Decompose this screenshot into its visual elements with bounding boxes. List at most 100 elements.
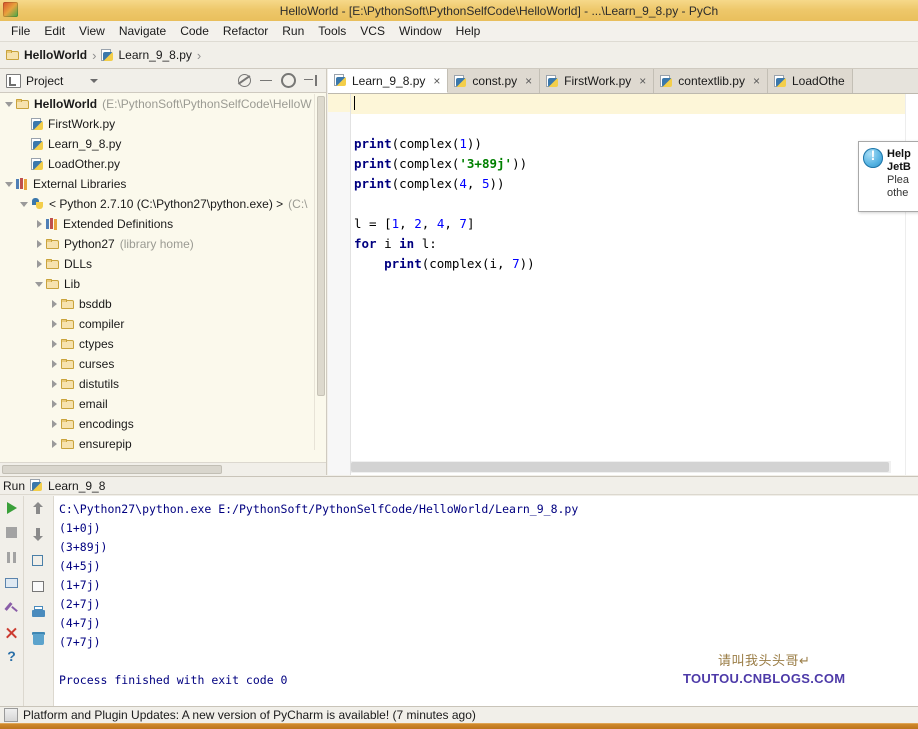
tree-node-label: DLLs	[64, 257, 92, 271]
tree-node[interactable]: Lib	[0, 274, 326, 294]
scroll-down-icon[interactable]	[31, 527, 47, 543]
close-tab-icon[interactable]: ×	[753, 75, 760, 87]
editor-tab[interactable]: FirstWork.py×	[540, 69, 654, 93]
twisty-expanded-icon[interactable]	[17, 197, 31, 211]
scroll-from-source-icon[interactable]	[238, 74, 251, 87]
stop-icon[interactable]	[4, 525, 20, 541]
menu-item-code[interactable]: Code	[173, 22, 216, 40]
twisty-collapsed-icon[interactable]	[47, 397, 61, 411]
close-tab-icon[interactable]: ×	[525, 75, 532, 87]
menu-item-run[interactable]: Run	[275, 22, 311, 40]
menu-item-file[interactable]: File	[4, 22, 37, 40]
project-tree-hscrollbar[interactable]	[0, 462, 327, 475]
twisty-collapsed-icon[interactable]	[32, 257, 46, 271]
scrollbar-thumb[interactable]	[2, 465, 222, 474]
tree-node[interactable]: HelloWorld(E:\PythonSoft\PythonSelfCode\…	[0, 94, 326, 114]
scrollbar-thumb[interactable]	[351, 462, 889, 472]
event-log-icon[interactable]	[4, 708, 18, 722]
twisty-expanded-icon[interactable]	[32, 277, 46, 291]
twisty-expanded-icon[interactable]	[2, 177, 16, 191]
tree-node[interactable]: FirstWork.py	[0, 114, 326, 134]
code-editor[interactable]: print(complex(1))print(complex('3+89j'))…	[328, 94, 918, 475]
close-tab-icon[interactable]: ×	[639, 75, 646, 87]
console-output[interactable]: C:\Python27\python.exe E:/PythonSoft/Pyt…	[54, 496, 918, 706]
tree-node[interactable]: bsddb	[0, 294, 326, 314]
code-token-kw: print	[384, 256, 422, 271]
menu-item-help[interactable]: Help	[449, 22, 488, 40]
pause-icon[interactable]	[4, 550, 20, 566]
console-icon[interactable]	[4, 575, 20, 591]
tree-node[interactable]: email	[0, 394, 326, 414]
tree-node[interactable]: ctypes	[0, 334, 326, 354]
tree-node-label: Python27	[64, 237, 115, 251]
print-icon[interactable]	[31, 605, 47, 621]
tree-node[interactable]: DLLs	[0, 254, 326, 274]
tree-node-label: < Python 2.7.10 (C:\Python27\python.exe)…	[49, 197, 283, 211]
twisty-collapsed-icon[interactable]	[32, 237, 46, 251]
editor-tab[interactable]: LoadOthe	[768, 69, 853, 93]
twisty-collapsed-icon[interactable]	[47, 337, 61, 351]
tree-node[interactable]: LoadOther.py	[0, 154, 326, 174]
close-tab-icon[interactable]: ×	[433, 75, 440, 87]
scrollbar-thumb[interactable]	[317, 96, 325, 396]
breadcrumb-label: Learn_9_8.py	[118, 48, 191, 62]
twisty-collapsed-icon[interactable]	[47, 297, 61, 311]
tree-node[interactable]: Extended Definitions	[0, 214, 326, 234]
soft-wrap-icon[interactable]	[31, 553, 47, 569]
tree-node[interactable]: External Libraries	[0, 174, 326, 194]
use-soft-wraps-icon[interactable]	[31, 579, 47, 595]
code-token-kw: in	[399, 236, 414, 251]
twisty-expanded-icon[interactable]	[2, 97, 16, 111]
menu-item-navigate[interactable]: Navigate	[112, 22, 173, 40]
run-config-tab[interactable]: Learn_9_8	[48, 479, 105, 493]
project-tree-vscrollbar[interactable]	[314, 94, 326, 450]
editor-tab[interactable]: contextlib.py×	[654, 69, 768, 93]
chevron-down-icon[interactable]	[90, 79, 98, 83]
code-token-pln: ,	[422, 216, 437, 231]
collapse-all-icon[interactable]	[259, 74, 273, 88]
notification-popup[interactable]: Help JetB Plea othe	[858, 141, 918, 212]
editor-tab[interactable]: Learn_9_8.py×	[328, 69, 448, 93]
twisty-collapsed-icon[interactable]	[47, 437, 61, 451]
tree-node[interactable]: compiler	[0, 314, 326, 334]
status-message[interactable]: Platform and Plugin Updates: A new versi…	[23, 708, 476, 722]
menu-item-window[interactable]: Window	[392, 22, 449, 40]
folder-icon	[61, 439, 75, 450]
pin-tab-icon[interactable]	[4, 600, 20, 616]
code-content[interactable]: print(complex(1))print(complex('3+89j'))…	[351, 94, 918, 274]
twisty-collapsed-icon[interactable]	[47, 317, 61, 331]
tree-node[interactable]: ensurepip	[0, 434, 326, 452]
rerun-icon[interactable]	[4, 500, 20, 516]
twisty-collapsed-icon[interactable]	[47, 357, 61, 371]
menu-item-view[interactable]: View	[72, 22, 112, 40]
folder-icon	[61, 419, 75, 430]
menu-item-vcs[interactable]: VCS	[353, 22, 392, 40]
hide-panel-icon[interactable]	[304, 74, 318, 88]
code-line: print(complex(1))	[351, 134, 918, 154]
tree-node[interactable]: Learn_9_8.py	[0, 134, 326, 154]
tree-node-label: Learn_9_8.py	[48, 137, 121, 151]
twisty-collapsed-icon[interactable]	[32, 217, 46, 231]
menu-item-edit[interactable]: Edit	[37, 22, 72, 40]
project-tree[interactable]: HelloWorld(E:\PythonSoft\PythonSelfCode\…	[0, 93, 326, 452]
menu-item-refactor[interactable]: Refactor	[216, 22, 275, 40]
editor-gutter[interactable]	[328, 94, 351, 475]
breadcrumb-item-project[interactable]: HelloWorld	[6, 48, 87, 62]
editor-tab[interactable]: const.py×	[448, 69, 540, 93]
twisty-collapsed-icon[interactable]	[47, 377, 61, 391]
tree-node[interactable]: curses	[0, 354, 326, 374]
settings-gear-icon[interactable]	[281, 73, 296, 88]
editor-hscrollbar[interactable]	[351, 461, 891, 473]
tree-node[interactable]: encodings	[0, 414, 326, 434]
menu-item-tools[interactable]: Tools	[311, 22, 353, 40]
help-icon[interactable]	[4, 650, 20, 666]
breadcrumb-item-file[interactable]: Learn_9_8.py	[101, 48, 191, 62]
close-icon[interactable]	[4, 625, 20, 641]
clear-all-icon[interactable]	[31, 631, 47, 647]
tree-node[interactable]: Python27(library home)	[0, 234, 326, 254]
tree-node[interactable]: < Python 2.7.10 (C:\Python27\python.exe)…	[0, 194, 326, 214]
scroll-up-icon[interactable]	[31, 501, 47, 517]
twisty-collapsed-icon[interactable]	[47, 417, 61, 431]
tree-node[interactable]: distutils	[0, 374, 326, 394]
project-panel-title-button[interactable]: Project	[0, 70, 104, 92]
